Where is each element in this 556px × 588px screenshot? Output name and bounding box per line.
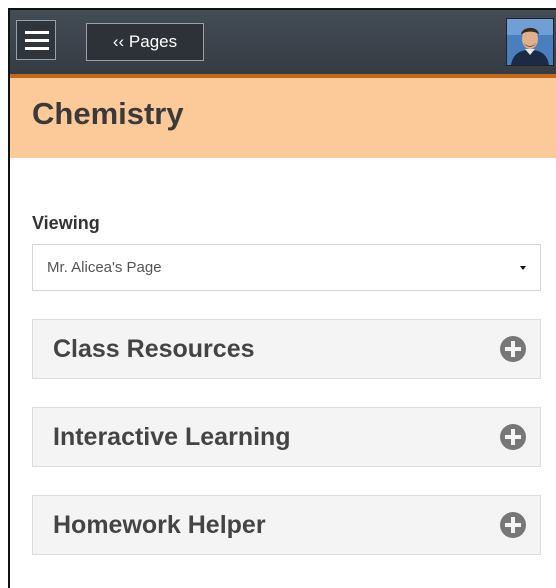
app-frame: ‹‹ Pages Chemistry Viewing Mr. Alicea's … bbox=[8, 8, 556, 588]
plus-circle-icon[interactable] bbox=[500, 512, 526, 538]
pages-back-button[interactable]: ‹‹ Pages bbox=[86, 23, 204, 61]
panel-title: Homework Helper bbox=[53, 511, 266, 539]
avatar-portrait-icon bbox=[507, 19, 553, 65]
page-select-value: Mr. Alicea's Page bbox=[47, 259, 162, 276]
plus-circle-icon[interactable] bbox=[500, 424, 526, 450]
page-title: Chemistry bbox=[32, 96, 184, 131]
hamburger-icon bbox=[25, 31, 49, 34]
top-navigation-bar: ‹‹ Pages bbox=[10, 10, 556, 78]
panel-interactive-learning[interactable]: Interactive Learning bbox=[32, 407, 541, 467]
viewing-label: Viewing bbox=[32, 213, 100, 233]
hamburger-icon bbox=[25, 47, 49, 50]
hamburger-icon bbox=[25, 39, 49, 42]
page-title-band: Chemistry bbox=[10, 78, 556, 158]
pages-button-label: ‹‹ Pages bbox=[112, 32, 178, 51]
panel-homework-helper[interactable]: Homework Helper bbox=[32, 495, 541, 555]
panel-title: Class Resources bbox=[53, 335, 255, 363]
caret-down-icon bbox=[520, 266, 526, 270]
panel-class-resources[interactable]: Class Resources bbox=[32, 319, 541, 379]
menu-button[interactable] bbox=[16, 20, 56, 60]
user-avatar[interactable] bbox=[506, 18, 554, 66]
plus-circle-icon[interactable] bbox=[500, 336, 526, 362]
page-select-dropdown[interactable]: Mr. Alicea's Page bbox=[32, 244, 541, 291]
panel-title: Interactive Learning bbox=[53, 423, 291, 451]
